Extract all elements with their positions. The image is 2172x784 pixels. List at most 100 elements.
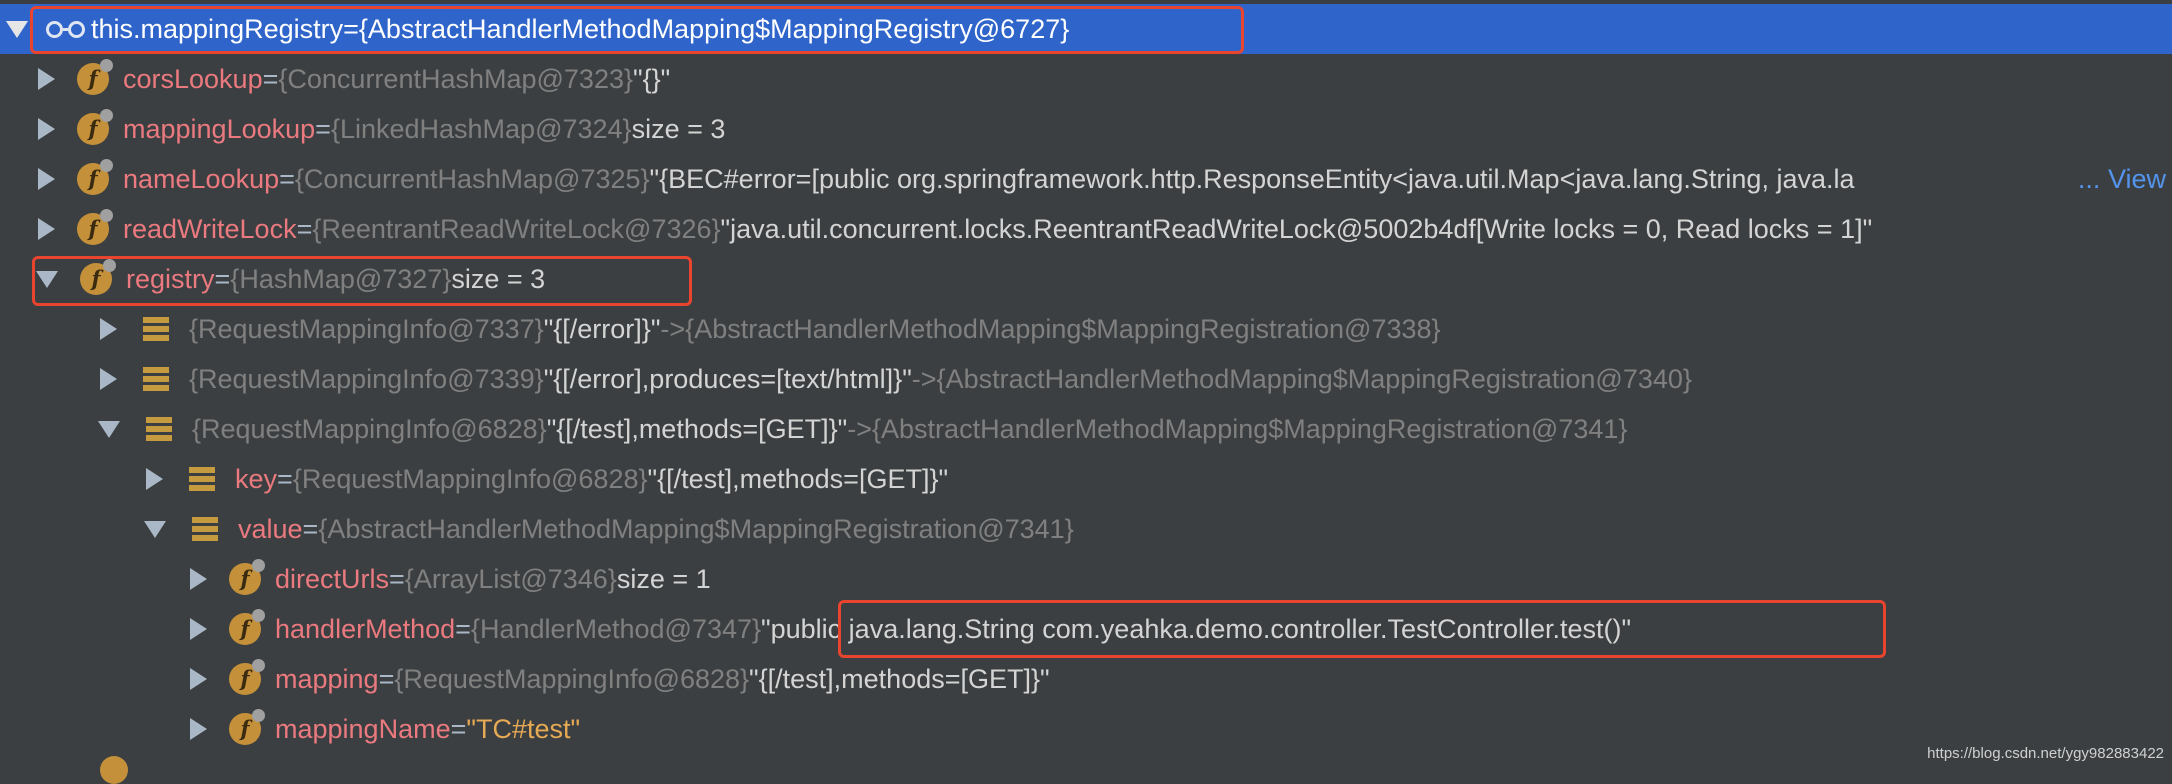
expand-arrow-icon[interactable] bbox=[38, 218, 55, 240]
entry-key-value: "{[/test],methods=[GET]}" bbox=[546, 413, 848, 444]
variable-row-mapping-registry[interactable]: this.mappingRegistry = {AbstractHandlerM… bbox=[0, 4, 2172, 54]
expand-arrow-icon[interactable] bbox=[38, 118, 55, 140]
expand-arrow-icon[interactable] bbox=[6, 20, 28, 38]
equals-sign: = bbox=[214, 263, 231, 294]
field-icon bbox=[77, 209, 113, 245]
collapse-arrow-icon[interactable] bbox=[144, 520, 166, 538]
view-full-value-link[interactable]: ... View bbox=[2073, 154, 2166, 204]
equals-sign: = bbox=[277, 463, 293, 494]
field-value: "public java.lang.String com.yeahka.demo… bbox=[761, 613, 1632, 644]
equals-sign: = bbox=[262, 63, 279, 94]
expand-arrow-icon[interactable] bbox=[100, 368, 117, 390]
expand-arrow-icon[interactable] bbox=[38, 68, 55, 90]
collapse-arrow-icon[interactable] bbox=[36, 270, 58, 288]
field-value: size = 3 bbox=[631, 113, 726, 144]
watermark: https://blog.csdn.net/ygy982883422 bbox=[1927, 745, 2164, 762]
field-icon bbox=[229, 609, 265, 645]
entry-arrow: -> bbox=[911, 363, 937, 394]
field-type: {AbstractHandlerMethodMapping$MappingReg… bbox=[318, 513, 1074, 544]
expand-arrow-icon[interactable] bbox=[38, 168, 55, 190]
equals-sign: = bbox=[389, 563, 405, 594]
equals-sign: = bbox=[315, 113, 331, 144]
field-name: key bbox=[235, 463, 278, 494]
field-name: mappingName bbox=[275, 713, 451, 744]
equals-sign: = bbox=[455, 613, 471, 644]
map-entry-row[interactable]: {RequestMappingInfo@7339} "{[/error],pro… bbox=[0, 354, 2172, 404]
field-type: {HashMap@7327} bbox=[230, 263, 452, 294]
entry-key-value: "{[/error]}" bbox=[543, 313, 661, 344]
field-icon bbox=[229, 659, 265, 695]
field-value: "{}" bbox=[633, 63, 671, 94]
variable-row-handler-method[interactable]: handlerMethod = {HandlerMethod@7347} "pu… bbox=[0, 604, 2172, 654]
expand-arrow-icon[interactable] bbox=[100, 318, 117, 340]
collapse-arrow-icon[interactable] bbox=[98, 420, 120, 438]
field-value: size = 3 bbox=[451, 263, 546, 294]
variable-row-cors-lookup[interactable]: corsLookup = {ConcurrentHashMap@7323} "{… bbox=[0, 54, 2172, 104]
field-name: registry bbox=[126, 263, 215, 294]
variable-type: {AbstractHandlerMethodMapping$MappingReg… bbox=[358, 13, 1070, 44]
field-type: {ConcurrentHashMap@7325} bbox=[294, 163, 650, 194]
field-icon bbox=[80, 259, 116, 295]
field-string-value: "TC#test" bbox=[466, 713, 581, 744]
expand-arrow-icon[interactable] bbox=[146, 468, 163, 490]
field-icon bbox=[77, 159, 113, 195]
map-entry-icon bbox=[146, 416, 172, 442]
field-name: corsLookup bbox=[123, 63, 263, 94]
field-name: mappingLookup bbox=[123, 113, 316, 144]
map-entry-icon bbox=[143, 366, 169, 392]
entry-key-type: {RequestMappingInfo@7337} bbox=[189, 313, 544, 344]
field-name: directUrls bbox=[275, 563, 390, 594]
field-name: mapping bbox=[275, 663, 379, 694]
entry-arrow: -> bbox=[660, 313, 686, 344]
field-value: "{[/test],methods=[GET]}" bbox=[749, 663, 1050, 694]
expand-arrow-icon[interactable] bbox=[190, 568, 207, 590]
variable-row-value[interactable]: value = {AbstractHandlerMethodMapping$Ma… bbox=[0, 504, 2172, 554]
field-value: "{[/test],methods=[GET]}" bbox=[647, 463, 949, 494]
field-name: nameLookup bbox=[123, 163, 280, 194]
expand-arrow-icon[interactable] bbox=[190, 668, 207, 690]
field-type: {LinkedHashMap@7324} bbox=[330, 113, 632, 144]
field-type: {ArrayList@7346} bbox=[404, 563, 617, 594]
map-entry-icon bbox=[143, 316, 169, 342]
variable-row-key[interactable]: key = {RequestMappingInfo@6828} "{[/test… bbox=[0, 454, 2172, 504]
variable-row-mapping-lookup[interactable]: mappingLookup = {LinkedHashMap@7324} siz… bbox=[0, 104, 2172, 154]
variable-row-read-write-lock[interactable]: readWriteLock = {ReentrantReadWriteLock@… bbox=[0, 204, 2172, 254]
equals-sign: = bbox=[343, 13, 359, 44]
field-icon bbox=[229, 709, 265, 745]
field-value: "java.util.concurrent.locks.ReentrantRea… bbox=[720, 213, 1873, 244]
field-value: "{BEC#error=[public org.springframework.… bbox=[649, 163, 1855, 194]
equals-sign: = bbox=[279, 163, 295, 194]
entry-key-type: {RequestMappingInfo@7339} bbox=[189, 363, 544, 394]
equals-sign: = bbox=[450, 713, 467, 744]
equals-sign: = bbox=[296, 213, 313, 244]
field-icon bbox=[229, 559, 265, 595]
entry-arrow: -> bbox=[847, 413, 873, 444]
variable-row-registry[interactable]: registry = {HashMap@7327} size = 3 bbox=[0, 254, 2172, 304]
watch-glasses-icon bbox=[46, 20, 85, 38]
map-entry-icon bbox=[189, 466, 215, 492]
variable-row-mapping[interactable]: mapping = {RequestMappingInfo@6828} "{[/… bbox=[0, 654, 2172, 704]
field-type: {ConcurrentHashMap@7323} bbox=[278, 63, 634, 94]
field-name: handlerMethod bbox=[275, 613, 456, 644]
field-icon bbox=[77, 109, 113, 145]
equals-sign: = bbox=[378, 663, 395, 694]
variable-row-name-lookup[interactable]: nameLookup = {ConcurrentHashMap@7325} "{… bbox=[0, 154, 2172, 204]
map-entry-row[interactable]: {RequestMappingInfo@6828} "{[/test],meth… bbox=[0, 404, 2172, 454]
field-type: {RequestMappingInfo@6828} bbox=[394, 663, 750, 694]
variable-name: this.mappingRegistry bbox=[91, 13, 344, 44]
view-link-label[interactable]: View bbox=[2108, 164, 2166, 194]
variable-row-mapping-name[interactable]: mappingName = "TC#test" bbox=[0, 704, 2172, 754]
map-entry-row[interactable]: {RequestMappingInfo@7337} "{[/error]}" -… bbox=[0, 304, 2172, 354]
entry-target: {AbstractHandlerMethodMapping$MappingReg… bbox=[936, 363, 1692, 394]
variable-row-direct-urls[interactable]: directUrls = {ArrayList@7346} size = 1 bbox=[0, 554, 2172, 604]
field-icon-partial bbox=[100, 756, 128, 784]
expand-arrow-icon[interactable] bbox=[190, 618, 207, 640]
field-name: readWriteLock bbox=[123, 213, 297, 244]
field-type: {ReentrantReadWriteLock@7326} bbox=[312, 213, 721, 244]
field-name: value bbox=[238, 513, 303, 544]
entry-target: {AbstractHandlerMethodMapping$MappingReg… bbox=[872, 413, 1628, 444]
field-icon bbox=[77, 59, 113, 95]
equals-sign: = bbox=[302, 513, 319, 544]
expand-arrow-icon[interactable] bbox=[190, 718, 207, 740]
field-value: size = 1 bbox=[616, 563, 711, 594]
